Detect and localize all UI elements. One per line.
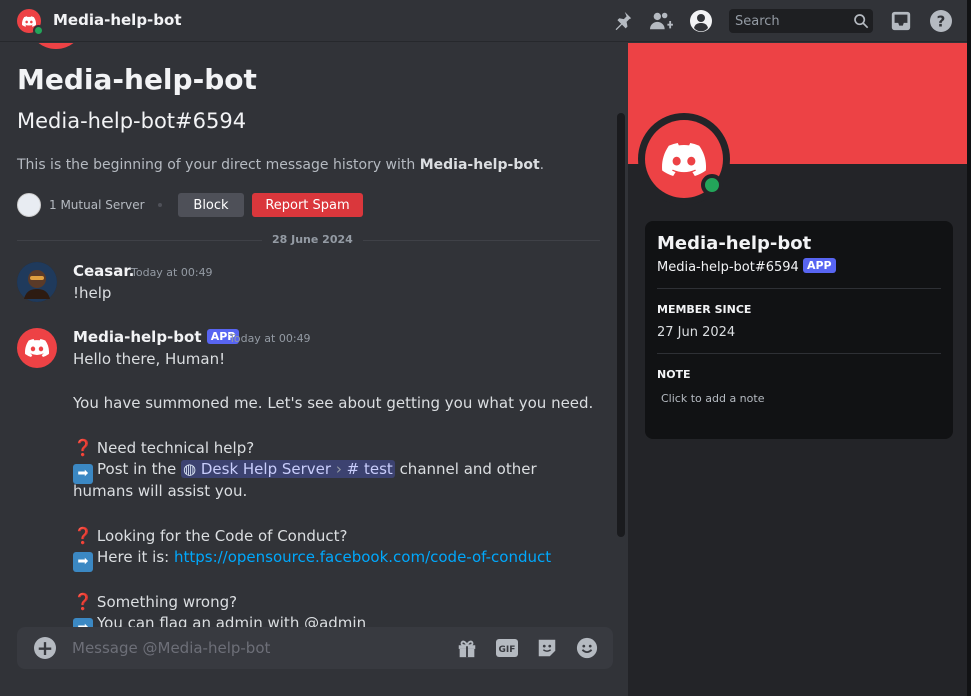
chat-area: Media-help-bot Media-help-bot#6594 This … [0,43,628,696]
intro-avatar [30,43,82,49]
search-box[interactable] [729,9,873,33]
sticker-icon[interactable] [535,636,559,660]
message-timestamp: Today at 00:49 [229,332,311,345]
channel-mention[interactable]: ◍ Desk Help Server › # test [180,460,395,478]
add-friend-icon[interactable] [649,9,673,33]
inbox-icon[interactable] [889,9,913,33]
bot-avatar[interactable] [17,9,44,36]
message-line: ➡ Post in the ◍ Desk Help Server › # test… [73,460,537,484]
question-emoji-icon: ❓ [73,592,93,611]
avatar[interactable] [17,328,57,368]
svg-text:GIF: GIF [499,645,516,655]
member-since-date: 27 Jun 2024 [657,325,736,340]
intro-title: Media-help-bot [17,63,257,96]
discord-logo-icon [662,142,706,176]
profile-username: Media-help-bot#6594 APP [657,258,836,275]
mutual-server-count: 1 Mutual Server [49,198,145,212]
svg-text:?: ? [937,13,946,31]
online-status-dot [33,25,44,36]
message-line: ❓ Need technical help? [73,438,255,457]
question-emoji-icon: ❓ [73,526,93,545]
window-edge [967,0,971,696]
search-icon [854,14,869,29]
message-line: ❓ Looking for the Code of Conduct? [73,526,348,545]
profile-card: Media-help-bot Media-help-bot#6594 APP M… [645,221,953,439]
message-line: ❓ Something wrong? [73,592,238,611]
note-input[interactable]: Click to add a note [661,392,764,405]
divider [657,288,941,289]
discord-logo-icon [25,339,49,357]
block-button[interactable]: Block [178,193,244,217]
arrow-right-emoji-icon: ➡ [73,464,93,484]
member-since-heading: MEMBER SINCE [657,303,752,316]
intro-text: This is the beginning of your direct mes… [17,157,545,173]
message-line: ➡ Here it is: https://opensource.facebook… [73,548,551,572]
avatar[interactable] [17,262,57,302]
divider [657,353,941,354]
app-badge: APP [802,258,836,273]
gift-icon[interactable] [455,636,479,660]
top-bar: Media-help-bot ? [0,0,971,42]
pin-icon[interactable] [610,9,634,33]
question-emoji-icon: ❓ [73,438,93,457]
server-globe-icon: ◍ [182,460,197,478]
user-avatar-image [17,262,57,302]
message-line: You have summoned me. Let's see about ge… [73,394,594,412]
hash-icon: # [346,460,360,478]
message-composer: + GIF [17,627,613,669]
message-author[interactable]: Media-help-bot APP [73,328,240,346]
intro-username: Media-help-bot#6594 [17,109,247,133]
mutual-servers[interactable]: 1 Mutual Server [17,193,145,217]
date-divider-label: 28 June 2024 [262,233,363,246]
arrow-right-emoji-icon: ➡ [73,552,93,572]
chevron-right-icon: › [335,460,342,478]
note-heading: NOTE [657,368,691,381]
separator-dot [158,203,162,207]
gif-icon[interactable]: GIF [495,636,519,660]
emoji-icon[interactable] [575,636,599,660]
code-of-conduct-link[interactable]: https://opensource.facebook.com/code-of-… [174,548,551,566]
message-content: !help [73,284,112,302]
user-profile-icon[interactable] [689,9,713,33]
message-author[interactable]: Ceasar. [73,262,134,280]
user-profile-panel: Media-help-bot Media-help-bot#6594 APP M… [628,43,971,696]
dm-title: Media-help-bot [53,11,182,29]
attach-plus-icon[interactable]: + [34,637,56,659]
message-line: Hello there, Human! [73,350,226,368]
discord-logo-icon [22,15,36,27]
online-status-dot [701,174,723,196]
chat-scrollbar[interactable] [617,113,625,537]
server-avatar [17,193,41,217]
message-timestamp: Today at 00:49 [131,266,213,279]
search-input[interactable] [729,9,847,33]
report-spam-button[interactable]: Report Spam [252,193,363,217]
profile-name: Media-help-bot [657,233,812,254]
message-line: humans will assist you. [73,482,248,500]
message-input[interactable] [72,636,442,660]
help-icon[interactable]: ? [929,9,953,33]
